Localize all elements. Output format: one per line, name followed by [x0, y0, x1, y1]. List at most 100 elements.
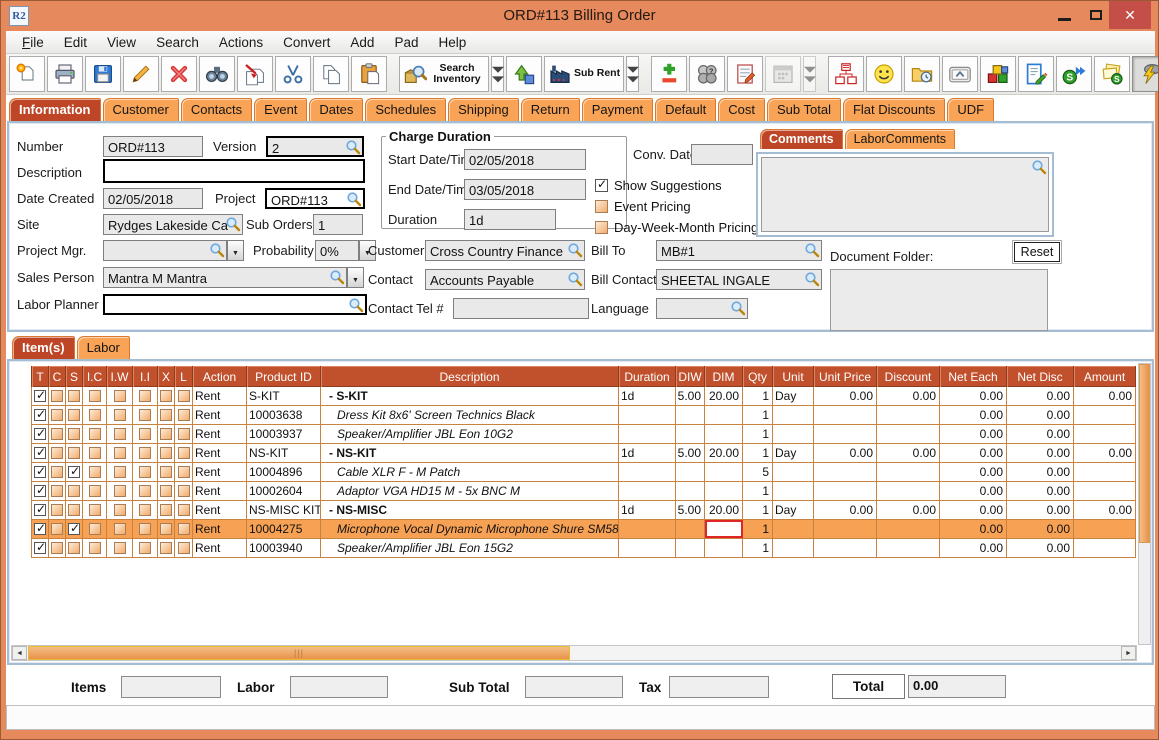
l-checkbox[interactable]	[178, 542, 190, 554]
cell-ic[interactable]	[83, 444, 107, 462]
cell-x[interactable]	[158, 387, 175, 405]
cell-unit_price[interactable]: 0.00	[814, 501, 877, 519]
cell-iw[interactable]	[107, 425, 133, 443]
cell-product_id[interactable]: 10004896	[247, 463, 321, 481]
cell-unit_price[interactable]	[814, 539, 877, 557]
cell-net_disc[interactable]: 0.00	[1007, 482, 1074, 500]
cell-unit[interactable]: Day	[773, 387, 814, 405]
cell-t[interactable]	[32, 482, 49, 500]
cell-amount[interactable]	[1074, 482, 1136, 500]
cell-qty[interactable]: 1	[743, 406, 773, 424]
cell-description[interactable]: Dress Kit 8x6' Screen Technics Black	[321, 406, 619, 424]
reset-button[interactable]: Reset	[1014, 242, 1060, 262]
cell-discount[interactable]	[877, 482, 940, 500]
x-checkbox[interactable]	[160, 504, 172, 516]
iw-checkbox[interactable]	[114, 485, 126, 497]
cell-duration[interactable]	[619, 406, 676, 424]
table-row[interactable]: Rent10004275Microphone Vocal Dynamic Mic…	[32, 520, 1136, 539]
tab-laborcomments[interactable]: LaborComments	[845, 129, 955, 149]
day-week-month-pricing-checkbox[interactable]	[595, 221, 608, 234]
cell-ic[interactable]	[83, 501, 107, 519]
ii-checkbox[interactable]	[139, 447, 151, 459]
search-icon[interactable]	[225, 216, 241, 232]
table-row[interactable]: Rent10003937Speaker/Amplifier JBL Eon 10…	[32, 425, 1136, 444]
l-checkbox[interactable]	[178, 447, 190, 459]
copy-button[interactable]	[313, 56, 349, 92]
cell-discount[interactable]	[877, 520, 940, 538]
x-checkbox[interactable]	[160, 390, 172, 402]
s-checkbox[interactable]	[68, 504, 80, 516]
ic-checkbox[interactable]	[89, 428, 101, 440]
column-header-diw[interactable]: DIW	[676, 366, 705, 387]
column-header-amount[interactable]: Amount	[1074, 366, 1136, 387]
total-button[interactable]: Total	[832, 674, 905, 699]
cell-dim[interactable]	[705, 406, 743, 424]
order-notes-button[interactable]	[727, 56, 763, 92]
s-checkbox[interactable]	[68, 485, 80, 497]
cell-qty[interactable]: 1	[743, 539, 773, 557]
cell-ii[interactable]	[133, 444, 158, 462]
cell-diw[interactable]	[676, 425, 705, 443]
cell-unit_price[interactable]	[814, 520, 877, 538]
items-total-field[interactable]	[121, 676, 221, 698]
cell-action[interactable]: Rent	[193, 482, 247, 500]
table-row[interactable]: RentS-KIT- S-KIT1d5.0020.001Day0.000.000…	[32, 387, 1136, 406]
table-row[interactable]: Rent10003940Speaker/Amplifier JBL Eon 15…	[32, 539, 1136, 558]
cell-unit[interactable]	[773, 406, 814, 424]
cell-diw[interactable]	[676, 539, 705, 557]
cell-ic[interactable]	[83, 539, 107, 557]
cell-action[interactable]: Rent	[193, 463, 247, 481]
cell-t[interactable]	[32, 539, 49, 557]
cell-discount[interactable]: 0.00	[877, 387, 940, 405]
tab-sub-total[interactable]: Sub Total	[767, 98, 841, 121]
edit-document-button[interactable]	[1018, 56, 1054, 92]
c-checkbox[interactable]	[51, 390, 63, 402]
customer-field[interactable]: Cross Country Finance	[425, 240, 585, 261]
iw-checkbox[interactable]	[114, 523, 126, 535]
vertical-scroll-thumb[interactable]	[1139, 364, 1150, 543]
tab-labor[interactable]: Labor	[77, 336, 130, 359]
cell-product_id[interactable]: NS-MISC KIT	[247, 501, 321, 519]
c-checkbox[interactable]	[51, 485, 63, 497]
tab-contacts[interactable]: Contacts	[181, 98, 252, 121]
cell-ii[interactable]	[133, 406, 158, 424]
cell-iw[interactable]	[107, 406, 133, 424]
column-header-unit_price[interactable]: Unit Price	[814, 366, 877, 387]
cell-duration[interactable]	[619, 520, 676, 538]
s-checkbox[interactable]	[68, 466, 80, 478]
x-checkbox[interactable]	[160, 542, 172, 554]
minimize-button[interactable]	[1049, 1, 1079, 29]
cell-s[interactable]	[66, 406, 83, 424]
t-checkbox[interactable]	[34, 523, 46, 535]
cell-action[interactable]: Rent	[193, 539, 247, 557]
column-header-t[interactable]: T	[32, 366, 49, 387]
tab-event[interactable]: Event	[254, 98, 307, 121]
ic-checkbox[interactable]	[89, 542, 101, 554]
column-header-ic[interactable]: I.C	[83, 366, 107, 387]
search-icon[interactable]	[1031, 159, 1047, 175]
tab-dates[interactable]: Dates	[309, 98, 363, 121]
search-icon[interactable]	[348, 297, 364, 313]
maximize-button[interactable]	[1081, 1, 1111, 29]
cell-dim[interactable]: 20.00	[705, 501, 743, 519]
item-groups-button[interactable]: ?	[689, 56, 725, 92]
iw-checkbox[interactable]	[114, 504, 126, 516]
cell-net_each[interactable]: 0.00	[940, 482, 1007, 500]
cell-iw[interactable]	[107, 387, 133, 405]
cell-x[interactable]	[158, 520, 175, 538]
iw-checkbox[interactable]	[114, 390, 126, 402]
find-button[interactable]	[199, 56, 235, 92]
tab-flat-discounts[interactable]: Flat Discounts	[843, 98, 945, 121]
tab-udf[interactable]: UDF	[947, 98, 994, 121]
tab-comments[interactable]: Comments	[760, 129, 843, 149]
column-header-description[interactable]: Description	[321, 366, 619, 387]
sub-rent-button[interactable]: Sub Rent	[544, 56, 624, 92]
iw-checkbox[interactable]	[114, 428, 126, 440]
cell-diw[interactable]: 5.00	[676, 387, 705, 405]
cell-net_disc[interactable]: 0.00	[1007, 520, 1074, 538]
cell-unit_price[interactable]	[814, 425, 877, 443]
cell-ic[interactable]	[83, 425, 107, 443]
table-row[interactable]: RentNS-KIT- NS-KIT1d5.0020.001Day0.000.0…	[32, 444, 1136, 463]
tab-schedules[interactable]: Schedules	[365, 98, 446, 121]
cell-net_disc[interactable]: 0.00	[1007, 425, 1074, 443]
